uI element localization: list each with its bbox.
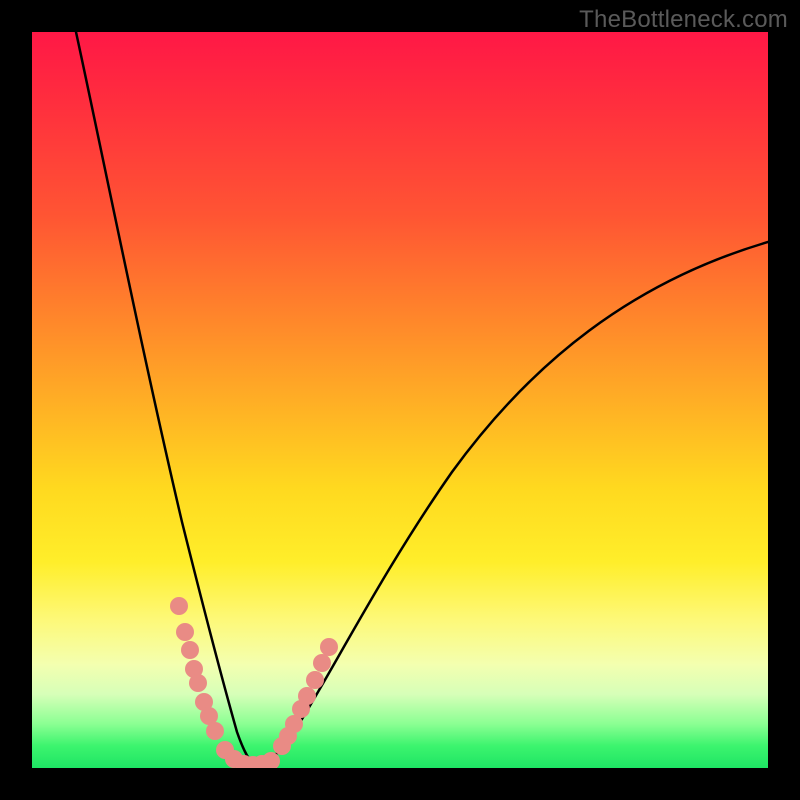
curve-left-branch xyxy=(76,32,254,764)
chart-frame: TheBottleneck.com xyxy=(0,0,800,800)
curve-right-branch xyxy=(254,242,768,764)
bottleneck-curve xyxy=(32,32,768,768)
watermark-text: TheBottleneck.com xyxy=(579,6,788,34)
plot-area xyxy=(32,32,768,768)
data-point xyxy=(181,641,199,659)
data-point xyxy=(306,671,324,689)
data-point xyxy=(298,687,316,705)
data-point xyxy=(320,638,338,656)
data-point xyxy=(206,722,224,740)
data-point xyxy=(176,623,194,641)
data-point xyxy=(313,654,331,672)
data-point xyxy=(170,597,188,615)
data-point xyxy=(189,674,207,692)
